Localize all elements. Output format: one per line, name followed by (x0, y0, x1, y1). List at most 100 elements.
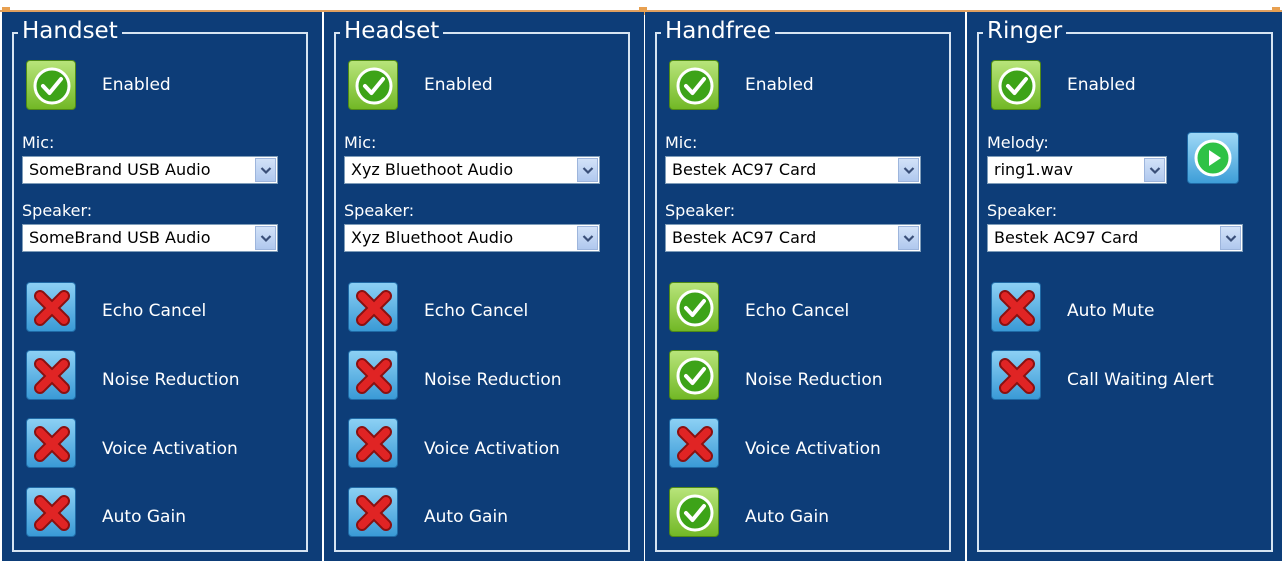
speaker-select[interactable]: SomeBrand USB Audio (22, 224, 278, 252)
check-circle-icon (355, 67, 393, 105)
headset-panel: Headset Enabled Mic: Xyz Bluethoot Audio… (324, 12, 644, 561)
speaker-value: Xyz Bluethoot Audio (351, 228, 514, 247)
chevron-down-icon (1225, 235, 1237, 243)
chevron-down-icon (260, 235, 272, 243)
melody-label: Melody: (987, 133, 1049, 152)
chevron-down-icon (260, 167, 272, 175)
enabled-toggle[interactable] (26, 60, 76, 110)
red-x-icon (356, 290, 392, 326)
auto-gain-toggle[interactable] (669, 487, 719, 537)
check-circle-icon (998, 67, 1036, 105)
speaker-label: Speaker: (665, 201, 736, 220)
enabled-toggle[interactable] (991, 60, 1041, 110)
red-x-icon (356, 358, 392, 394)
mic-select[interactable]: SomeBrand USB Audio (22, 156, 278, 184)
voice-activation-toggle[interactable] (669, 418, 719, 468)
noise-reduction-label: Noise Reduction (102, 370, 240, 390)
mic-select[interactable]: Bestek AC97 Card (665, 156, 921, 184)
panel-title: Handset (18, 18, 122, 44)
voice-activation-label: Voice Activation (424, 439, 560, 459)
auto-gain-label: Auto Gain (745, 507, 829, 527)
melody-value: ring1.wav (994, 160, 1073, 179)
handset-panel: Handset Enabled Mic: SomeBrand USB Audio… (2, 12, 322, 561)
dropdown-arrow[interactable] (255, 158, 276, 182)
check-circle-icon (676, 67, 714, 105)
enabled-label: Enabled (1067, 75, 1136, 95)
dropdown-arrow[interactable] (1220, 226, 1241, 250)
chevron-down-icon (1149, 167, 1161, 175)
speaker-value: Bestek AC97 Card (672, 228, 817, 247)
speaker-label: Speaker: (987, 201, 1058, 220)
check-circle-icon (676, 289, 714, 327)
speaker-select[interactable]: Bestek AC97 Card (665, 224, 921, 252)
speaker-label: Speaker: (344, 201, 415, 220)
noise-reduction-toggle[interactable] (348, 350, 398, 400)
enabled-label: Enabled (424, 75, 493, 95)
auto-mute-label: Auto Mute (1067, 301, 1155, 321)
check-circle-icon (676, 357, 714, 395)
speaker-select[interactable]: Bestek AC97 Card (987, 224, 1243, 252)
echo-cancel-label: Echo Cancel (102, 301, 207, 321)
call-waiting-alert-label: Call Waiting Alert (1067, 370, 1214, 390)
red-x-icon (34, 358, 70, 394)
noise-reduction-toggle[interactable] (669, 350, 719, 400)
speaker-value: SomeBrand USB Audio (29, 228, 211, 247)
play-button[interactable] (1187, 132, 1239, 184)
red-x-icon (999, 290, 1035, 326)
call-waiting-alert-toggle[interactable] (991, 350, 1041, 400)
red-x-icon (356, 426, 392, 462)
red-x-icon (999, 358, 1035, 394)
check-circle-icon (676, 494, 714, 532)
mic-label: Mic: (665, 133, 698, 152)
voice-activation-label: Voice Activation (745, 439, 881, 459)
voice-activation-label: Voice Activation (102, 439, 238, 459)
echo-cancel-toggle[interactable] (348, 282, 398, 332)
auto-gain-label: Auto Gain (102, 507, 186, 527)
noise-reduction-label: Noise Reduction (424, 370, 562, 390)
auto-gain-toggle[interactable] (348, 487, 398, 537)
panel-title: Headset (340, 18, 444, 44)
dropdown-arrow[interactable] (1144, 158, 1165, 182)
mic-value: Bestek AC97 Card (672, 160, 817, 179)
mic-value: SomeBrand USB Audio (29, 160, 211, 179)
chevron-down-icon (582, 235, 594, 243)
red-x-icon (34, 290, 70, 326)
play-icon (1194, 139, 1232, 177)
dropdown-arrow[interactable] (898, 158, 919, 182)
check-circle-icon (33, 67, 71, 105)
noise-reduction-label: Noise Reduction (745, 370, 883, 390)
red-x-icon (677, 426, 713, 462)
chevron-down-icon (582, 167, 594, 175)
speaker-select[interactable]: Xyz Bluethoot Audio (344, 224, 600, 252)
dropdown-arrow[interactable] (898, 226, 919, 250)
voice-activation-toggle[interactable] (26, 418, 76, 468)
echo-cancel-label: Echo Cancel (745, 301, 850, 321)
mic-label: Mic: (344, 133, 377, 152)
mic-label: Mic: (22, 133, 55, 152)
speaker-label: Speaker: (22, 201, 93, 220)
mic-select[interactable]: Xyz Bluethoot Audio (344, 156, 600, 184)
chevron-down-icon (903, 167, 915, 175)
dropdown-arrow[interactable] (577, 158, 598, 182)
panel-title: Ringer (983, 18, 1067, 44)
speaker-value: Bestek AC97 Card (994, 228, 1139, 247)
auto-gain-label: Auto Gain (424, 507, 508, 527)
dropdown-arrow[interactable] (255, 226, 276, 250)
auto-mute-toggle[interactable] (991, 282, 1041, 332)
auto-gain-toggle[interactable] (26, 487, 76, 537)
echo-cancel-toggle[interactable] (669, 282, 719, 332)
handfree-panel: Handfree Enabled Mic: Bestek AC97 Card S… (645, 12, 965, 561)
panel-title: Handfree (661, 18, 775, 44)
enabled-toggle[interactable] (669, 60, 719, 110)
noise-reduction-toggle[interactable] (26, 350, 76, 400)
red-x-icon (34, 495, 70, 531)
dropdown-arrow[interactable] (577, 226, 598, 250)
echo-cancel-toggle[interactable] (26, 282, 76, 332)
voice-activation-toggle[interactable] (348, 418, 398, 468)
melody-select[interactable]: ring1.wav (987, 156, 1167, 184)
red-x-icon (356, 495, 392, 531)
chevron-down-icon (903, 235, 915, 243)
enabled-toggle[interactable] (348, 60, 398, 110)
red-x-icon (34, 426, 70, 462)
echo-cancel-label: Echo Cancel (424, 301, 529, 321)
